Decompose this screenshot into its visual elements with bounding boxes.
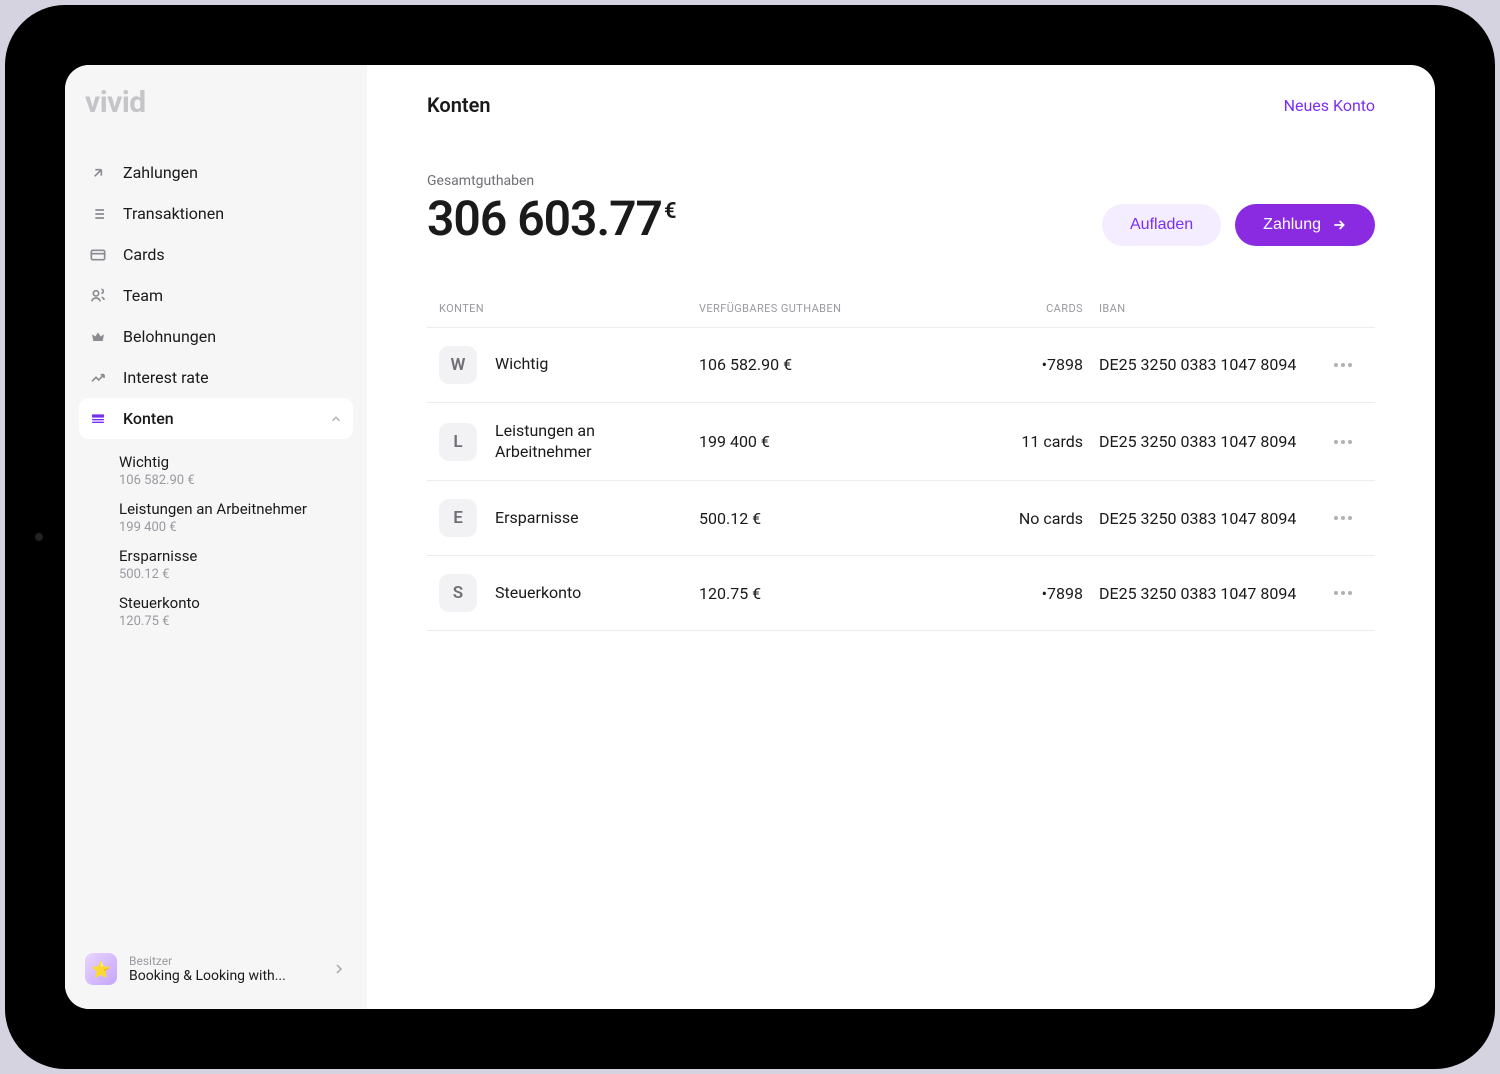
nav-item-team[interactable]: Team bbox=[79, 275, 353, 316]
stack-icon bbox=[89, 410, 107, 428]
account-name: Steuerkonto bbox=[495, 583, 581, 604]
sub-account-name: Leistungen an Arbeitnehmer bbox=[119, 500, 353, 518]
nav-item-interest-rate[interactable]: Interest rate bbox=[79, 357, 353, 398]
total-balance-label: Gesamtguthaben bbox=[427, 173, 676, 189]
nav-label: Konten bbox=[123, 409, 174, 428]
total-balance-amount: 306 603.77€ bbox=[427, 193, 676, 246]
sub-account-name: Wichtig bbox=[119, 453, 353, 471]
sidebar-footer[interactable]: ⭐ Besitzer Booking & Looking with... bbox=[79, 943, 353, 995]
cards-cell: 11 cards bbox=[939, 432, 1099, 451]
nav: Zahlungen Transaktionen Cards bbox=[79, 152, 353, 943]
sub-account-name: Steuerkonto bbox=[119, 594, 353, 612]
balance-number: 306 603.77 bbox=[427, 190, 662, 247]
table-header: KONTEN VERFÜGBARES GUTHABEN CARDS IBAN bbox=[427, 302, 1375, 328]
balance-currency: € bbox=[664, 199, 676, 224]
company-name: Booking & Looking with... bbox=[129, 968, 319, 984]
table-row[interactable]: E Ersparnisse 500.12 € No cards DE25 325… bbox=[427, 481, 1375, 556]
iban-cell: DE25 3250 0383 1047 8094 bbox=[1099, 355, 1323, 374]
sub-account-name: Ersparnisse bbox=[119, 547, 353, 565]
star-icon: ⭐ bbox=[91, 960, 111, 979]
logo: vivid bbox=[79, 85, 353, 152]
more-button[interactable] bbox=[1323, 440, 1363, 444]
available-balance: 500.12 € bbox=[699, 509, 939, 528]
nav-label: Transaktionen bbox=[123, 204, 224, 223]
iban-cell: DE25 3250 0383 1047 8094 bbox=[1099, 584, 1323, 603]
th-iban: IBAN bbox=[1099, 302, 1323, 315]
nav-label: Belohnungen bbox=[123, 327, 216, 346]
nav-item-belohnungen[interactable]: Belohnungen bbox=[79, 316, 353, 357]
cards-cell: •7898 bbox=[939, 355, 1099, 374]
payment-button-label: Zahlung bbox=[1263, 216, 1321, 234]
account-name: Wichtig bbox=[495, 354, 548, 375]
sub-account-balance: 120.75 € bbox=[119, 614, 353, 629]
account-badge: W bbox=[439, 346, 477, 384]
chevron-right-icon bbox=[331, 961, 347, 977]
table-row[interactable]: W Wichtig 106 582.90 € •7898 DE25 3250 0… bbox=[427, 328, 1375, 403]
nav-item-konten[interactable]: Konten bbox=[79, 398, 353, 439]
payment-button[interactable]: Zahlung bbox=[1235, 204, 1375, 246]
nav-label: Zahlungen bbox=[123, 163, 198, 182]
nav-item-transaktionen[interactable]: Transaktionen bbox=[79, 193, 353, 234]
chevron-up-icon bbox=[329, 412, 343, 426]
topup-button[interactable]: Aufladen bbox=[1102, 204, 1221, 246]
camera-dot bbox=[35, 533, 43, 541]
card-icon bbox=[89, 246, 107, 264]
sidebar-account-ersparnisse[interactable]: Ersparnisse 500.12 € bbox=[119, 539, 353, 586]
account-name: Leistungen an Arbeitnehmer bbox=[495, 421, 665, 463]
new-account-link[interactable]: Neues Konto bbox=[1284, 96, 1375, 115]
sidebar-account-steuerkonto[interactable]: Steuerkonto 120.75 € bbox=[119, 586, 353, 633]
account-name: Ersparnisse bbox=[495, 508, 579, 529]
nav-label: Interest rate bbox=[123, 368, 209, 387]
available-balance: 106 582.90 € bbox=[699, 355, 939, 374]
account-badge: L bbox=[439, 423, 477, 461]
list-icon bbox=[89, 205, 107, 223]
sidebar-sub-accounts: Wichtig 106 582.90 € Leistungen an Arbei… bbox=[79, 439, 353, 633]
action-buttons: Aufladen Zahlung bbox=[1102, 204, 1375, 246]
account-badge: E bbox=[439, 499, 477, 537]
nav-item-cards[interactable]: Cards bbox=[79, 234, 353, 275]
more-button[interactable] bbox=[1323, 591, 1363, 595]
crown-icon bbox=[89, 328, 107, 346]
th-available: VERFÜGBARES GUTHABEN bbox=[699, 302, 939, 315]
cards-cell: No cards bbox=[939, 509, 1099, 528]
company-avatar: ⭐ bbox=[85, 953, 117, 985]
iban-cell: DE25 3250 0383 1047 8094 bbox=[1099, 509, 1323, 528]
sidebar-account-leistungen[interactable]: Leistungen an Arbeitnehmer 199 400 € bbox=[119, 492, 353, 539]
sub-account-balance: 106 582.90 € bbox=[119, 473, 353, 488]
th-account: KONTEN bbox=[439, 302, 699, 315]
table-row[interactable]: L Leistungen an Arbeitnehmer 199 400 € 1… bbox=[427, 403, 1375, 482]
arrow-up-right-icon bbox=[89, 164, 107, 182]
nav-label: Team bbox=[123, 286, 163, 305]
trend-icon bbox=[89, 369, 107, 387]
th-cards: CARDS bbox=[939, 302, 1099, 315]
nav-label: Cards bbox=[123, 245, 165, 264]
sidebar: vivid Zahlungen Transaktionen bbox=[65, 65, 367, 1009]
available-balance: 199 400 € bbox=[699, 432, 939, 451]
table-row[interactable]: S Steuerkonto 120.75 € •7898 DE25 3250 0… bbox=[427, 556, 1375, 631]
page-title: Konten bbox=[427, 93, 491, 117]
account-badge: S bbox=[439, 574, 477, 612]
more-button[interactable] bbox=[1323, 516, 1363, 520]
iban-cell: DE25 3250 0383 1047 8094 bbox=[1099, 432, 1323, 451]
available-balance: 120.75 € bbox=[699, 584, 939, 603]
main-header: Konten Neues Konto bbox=[427, 93, 1375, 117]
more-button[interactable] bbox=[1323, 363, 1363, 367]
cards-cell: •7898 bbox=[939, 584, 1099, 603]
tablet-frame: vivid Zahlungen Transaktionen bbox=[5, 5, 1495, 1069]
balance-row: Gesamtguthaben 306 603.77€ Aufladen Zahl… bbox=[427, 173, 1375, 246]
sub-account-balance: 500.12 € bbox=[119, 567, 353, 582]
users-icon bbox=[89, 287, 107, 305]
accounts-table: KONTEN VERFÜGBARES GUTHABEN CARDS IBAN W… bbox=[427, 302, 1375, 632]
main-content: Konten Neues Konto Gesamtguthaben 306 60… bbox=[367, 65, 1435, 1009]
sidebar-account-wichtig[interactable]: Wichtig 106 582.90 € bbox=[119, 445, 353, 492]
nav-item-zahlungen[interactable]: Zahlungen bbox=[79, 152, 353, 193]
arrow-right-icon bbox=[1331, 217, 1347, 233]
sub-account-balance: 199 400 € bbox=[119, 520, 353, 535]
user-role: Besitzer bbox=[129, 954, 319, 968]
app-window: vivid Zahlungen Transaktionen bbox=[65, 65, 1435, 1009]
